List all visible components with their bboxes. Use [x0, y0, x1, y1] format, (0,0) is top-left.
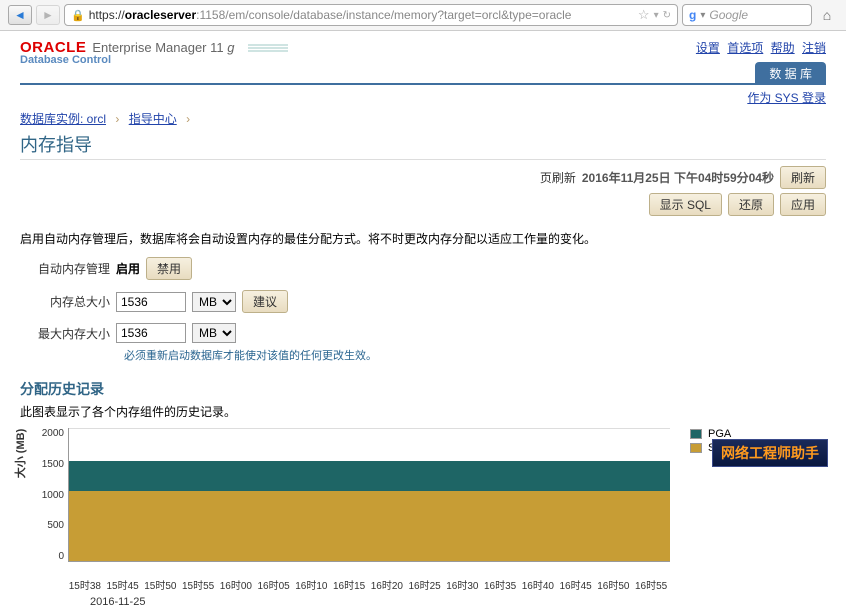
link-help[interactable]: 帮助 [771, 41, 795, 55]
action-buttons: 显示 SQL 还原 应用 [20, 193, 826, 216]
back-button[interactable]: ◄ [8, 5, 32, 25]
product-name: Enterprise Manager 11 g [92, 40, 234, 55]
login-as: 作为 SYS 登录 [20, 89, 826, 106]
max-memory-row: 最大内存大小 MB [20, 323, 826, 343]
auto-mem-label: 自动内存管理 [20, 260, 110, 277]
total-mem-unit-select[interactable]: MB [192, 292, 236, 312]
header: ORACLE Enterprise Manager 11 g Database … [20, 39, 826, 84]
breadcrumb-sep: › [186, 112, 190, 126]
total-mem-input[interactable] [116, 292, 186, 312]
link-logout[interactable]: 注销 [802, 41, 826, 55]
google-icon: g [689, 8, 696, 22]
watermark: 网络工程师助手 [712, 439, 828, 467]
browser-bar: ◄ ► 🔒 https://oracleserver:1158/em/conso… [0, 0, 846, 31]
search-placeholder: Google [709, 8, 748, 22]
reload-icon[interactable]: ↻ [663, 10, 671, 21]
url-dropdown-icon[interactable]: ▾ [654, 10, 659, 21]
refresh-timestamp: 2016年11月25日 下午04时59分04秒 [582, 169, 774, 186]
max-mem-unit-select[interactable]: MB [192, 323, 236, 343]
chart-date: 2016-11-25 [90, 596, 670, 608]
restore-button[interactable]: 还原 [728, 193, 774, 216]
max-mem-label: 最大内存大小 [20, 325, 110, 342]
chart: 大小 (MB) 2000 1500 1000 500 0 [20, 428, 826, 608]
max-mem-input[interactable] [116, 323, 186, 343]
tip-note: 必须重新启动数据库才能使对该值的任何更改生效。 [124, 347, 826, 363]
url-input[interactable]: 🔒 https://oracleserver:1158/em/console/d… [64, 4, 678, 26]
advice-button[interactable]: 建议 [242, 290, 288, 313]
breadcrumb: 数据库实例: orcl › 指导中心 › [20, 110, 826, 127]
auto-mem-status: 启用 [116, 260, 140, 277]
chart-plot [68, 428, 670, 562]
breadcrumb-sep: › [115, 112, 119, 126]
disable-button[interactable]: 禁用 [146, 257, 192, 280]
refresh-label: 页刷新 [540, 169, 576, 186]
chart-yticks: 2000 1500 1000 500 0 [30, 428, 64, 562]
chart-xticks: 15时38 15时45 15时50 15时55 16时00 16时05 16时1… [66, 577, 670, 592]
lock-icon: 🔒 [71, 9, 85, 22]
show-sql-button[interactable]: 显示 SQL [649, 193, 722, 216]
breadcrumb-advisor[interactable]: 指导中心 [129, 112, 177, 126]
logo-bars-icon [248, 43, 288, 53]
chart-area: 大小 (MB) 2000 1500 1000 500 0 [20, 428, 670, 578]
pga-area [69, 461, 670, 491]
apply-button[interactable]: 应用 [780, 193, 826, 216]
section-sub: 此图表显示了各个内存组件的历史记录。 [20, 403, 826, 420]
description: 启用自动内存管理后，数据库将会自动设置内存的最佳分配方式。将不时更改内存分配以适… [20, 230, 826, 247]
url-text: https://oracleserver:1158/em/console/dat… [89, 8, 634, 22]
subtitle: Database Control [20, 54, 288, 66]
chart-ylabel: 大小 (MB) [12, 429, 28, 479]
total-mem-label: 内存总大小 [20, 293, 110, 310]
top-links: 设置 首选项 帮助 注销 [692, 39, 826, 56]
tab-database[interactable]: 数 据 库 [755, 62, 826, 84]
link-preferences[interactable]: 首选项 [727, 41, 763, 55]
legend-swatch-sga [690, 443, 702, 453]
refresh-button[interactable]: 刷新 [780, 166, 826, 189]
sga-area [69, 491, 670, 561]
forward-button[interactable]: ► [36, 5, 60, 25]
refresh-row: 页刷新 2016年11月25日 下午04时59分04秒 刷新 [20, 166, 826, 189]
total-memory-row: 内存总大小 MB 建议 [20, 290, 826, 313]
logo-block: ORACLE Enterprise Manager 11 g Database … [20, 39, 288, 66]
section-heading: 分配历史记录 [20, 379, 826, 399]
search-input[interactable]: g▾ Google [682, 4, 812, 26]
legend-swatch-pga [690, 429, 702, 439]
auto-memory-row: 自动内存管理 启用 禁用 [20, 257, 826, 280]
home-icon[interactable]: ⌂ [816, 5, 838, 25]
page-title: 内存指导 [20, 131, 826, 160]
link-settings[interactable]: 设置 [696, 41, 720, 55]
bookmark-icon[interactable]: ☆ [638, 7, 650, 23]
breadcrumb-db-instance[interactable]: 数据库实例: orcl [20, 112, 106, 126]
